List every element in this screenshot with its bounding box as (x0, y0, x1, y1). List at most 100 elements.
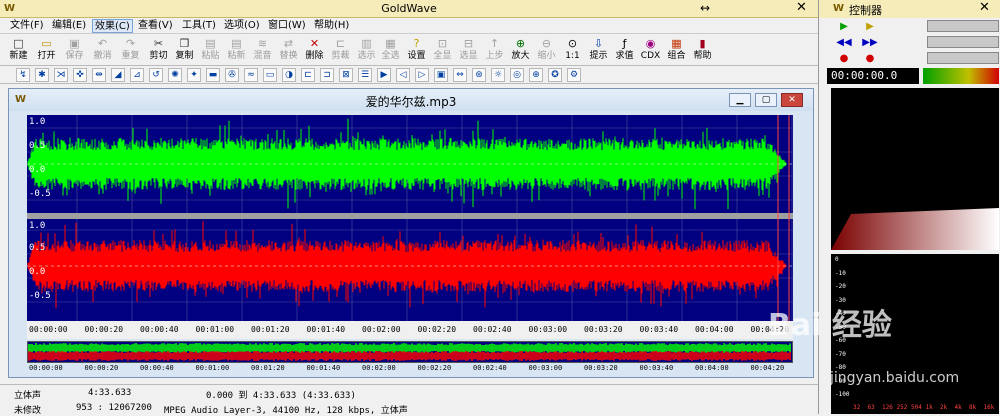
record-selection-button[interactable]: ● (859, 52, 881, 66)
close-icon[interactable]: ✕ (796, 0, 807, 15)
timeline-tick: 00:02:00 (362, 325, 401, 334)
menu-view[interactable]: 查看(V) (136, 19, 175, 33)
toolbar-button-26[interactable]: ▮ 帮助 (690, 36, 715, 64)
close-icon[interactable]: ✕ (979, 0, 990, 15)
effect-icon[interactable]: ⋊ (54, 68, 68, 82)
toolbar-button-1[interactable]: ▭ 打开 (34, 36, 59, 64)
menu-effects[interactable]: 效果(C) (92, 19, 133, 33)
play-selection-button[interactable]: ▶ (859, 20, 881, 34)
amplitude-label: 0.0 (29, 267, 46, 277)
menu-window[interactable]: 窗口(W) (266, 19, 308, 33)
toolbar-button-21[interactable]: ⊙ 1:1 (560, 36, 585, 64)
toolbar-button-2[interactable]: ▣ 保存 (62, 36, 87, 64)
controller-logo-icon: W (833, 3, 845, 14)
toolbar-button-14[interactable]: ▦ 全选 (378, 36, 403, 64)
zoom-out-icon: ⊖ (541, 37, 552, 50)
fast-forward-button[interactable]: ▶▶ (859, 36, 881, 50)
toolbar-button-3[interactable]: ↶ 撤消 (90, 36, 115, 64)
effect-icon[interactable]: ⚙ (567, 68, 581, 82)
toolbar-button-0[interactable]: □ 新建 (6, 36, 31, 64)
volume-slider[interactable] (927, 20, 999, 32)
overview-tick: 00:00:20 (84, 364, 119, 372)
toolbar-button-18[interactable]: ↑ 上步 (482, 36, 507, 64)
toolbar-button-19[interactable]: ⊕ 放大 (508, 36, 533, 64)
toolbar-button-label: 帮助 (693, 51, 712, 61)
toolbar-button-23[interactable]: ƒ 求值 (612, 36, 637, 64)
toolbar-button-label: 重复 (121, 51, 140, 61)
menu-tools[interactable]: 工具(T) (180, 19, 218, 33)
toolbar-button-16[interactable]: ⊡ 全显 (430, 36, 455, 64)
timeline-tick: 00:00:20 (84, 325, 124, 334)
effect-icon[interactable]: ✜ (73, 68, 87, 82)
effect-icon[interactable]: ▬ (206, 68, 220, 82)
effect-icon[interactable]: ✺ (168, 68, 182, 82)
effect-icon[interactable]: ✱ (35, 68, 49, 82)
maximize-button[interactable]: ▢ (755, 93, 777, 107)
effect-icon[interactable]: ⊠ (339, 68, 353, 82)
balance-slider[interactable] (927, 36, 999, 48)
visual-display[interactable] (831, 88, 999, 250)
effect-icon[interactable]: ⊕ (529, 68, 543, 82)
toolbar-button-8[interactable]: ▤ 粘新 (224, 36, 249, 64)
effect-icon[interactable]: ⊏ (301, 68, 315, 82)
overview-tick: 00:01:20 (251, 364, 285, 372)
toolbar-button-12[interactable]: ⊏ 剪裁 (328, 36, 353, 64)
close-button[interactable]: ✕ (781, 93, 803, 107)
effect-icon[interactable]: ✪ (548, 68, 562, 82)
effect-icon[interactable]: ▭ (263, 68, 277, 82)
toolbar-button-5[interactable]: ✂ 剪切 (146, 36, 171, 64)
spectrum-scale-label: -100 (835, 391, 850, 398)
rewind-button[interactable]: ◀◀ (833, 36, 855, 50)
speed-slider[interactable] (927, 52, 999, 64)
effect-icon[interactable]: ◑ (282, 68, 296, 82)
effect-icon[interactable]: ↺ (149, 68, 163, 82)
move-icon[interactable]: ↔ (700, 1, 710, 15)
effect-icon[interactable]: ⇔ (453, 68, 467, 82)
toolbar-button-20[interactable]: ⊖ 缩小 (534, 36, 559, 64)
toolbar-button-15[interactable]: ? 设置 (404, 36, 429, 64)
play-button[interactable]: ▶ (833, 20, 855, 34)
effect-icon[interactable]: ≈ (244, 68, 258, 82)
record-button[interactable]: ● (833, 52, 855, 66)
toolbar-button-10[interactable]: ⇄ 替换 (276, 36, 301, 64)
goldwave-main-window: W GoldWave ↔ ✕ 文件(F) 编辑(E) 效果(C) 查看(V) 工… (0, 0, 818, 416)
minimize-button[interactable]: ▁ (729, 93, 751, 107)
frequency-label: 504 (911, 404, 922, 411)
effect-icon[interactable]: ⊛ (472, 68, 486, 82)
effect-icon[interactable]: ▣ (434, 68, 448, 82)
waveform-view[interactable]: 1.0 0.5 0.0 -0.5 1.0 0.5 0.0 -0.5 (27, 115, 793, 321)
select-all-icon: ▦ (385, 37, 396, 50)
toolbar-button-24[interactable]: ◉ CDX (638, 36, 663, 64)
toolbar-button-6[interactable]: ❐ 复制 (172, 36, 197, 64)
effect-icon[interactable]: ⇹ (92, 68, 106, 82)
status-format: MPEG Audio Layer-3, 44100 Hz, 128 kbps, … (164, 406, 408, 416)
menu-file[interactable]: 文件(F) (8, 19, 46, 33)
effect-icon[interactable]: ⊐ (320, 68, 334, 82)
effect-icon[interactable]: ☰ (358, 68, 372, 82)
effect-icon[interactable]: ▶ (377, 68, 391, 82)
effect-icon[interactable]: ⊿ (130, 68, 144, 82)
right-channel-waveform (27, 221, 787, 309)
toolbar-button-4[interactable]: ↷ 重复 (118, 36, 143, 64)
toolbar-button-7[interactable]: ▤ 粘贴 (198, 36, 223, 64)
overview-left-channel (27, 343, 791, 353)
timeline-ruler[interactable]: 00:00:00 00:00:20 00:00:40 00:01:00 00:01:20… (27, 321, 793, 339)
effect-icon[interactable]: ↯ (16, 68, 30, 82)
toolbar-button-11[interactable]: ✕ 删除 (302, 36, 327, 64)
overview-waveform[interactable] (27, 341, 793, 363)
effect-icon[interactable]: ▷ (415, 68, 429, 82)
effect-icon[interactable]: ◎ (510, 68, 524, 82)
effect-icon[interactable]: ✦ (187, 68, 201, 82)
menu-edit[interactable]: 编辑(E) (50, 19, 88, 33)
effect-icon[interactable]: ◢ (111, 68, 125, 82)
toolbar-button-22[interactable]: ⇩ 提示 (586, 36, 611, 64)
menu-help[interactable]: 帮助(H) (312, 19, 351, 33)
toolbar-button-17[interactable]: ⊟ 选显 (456, 36, 481, 64)
effect-icon[interactable]: ◁ (396, 68, 410, 82)
main-toolbar: □ 新建 ▭ 打开 ▣ 保存 ↶ 撤消 ↷ 重复 ✂ 剪切 ❐ 复制 ▤ 粘贴 ▤ 粘新 ≋ 混音 ⇄ 替换 ✕ 删除 ⊏ 剪裁 ▥… (0, 34, 818, 66)
toolbar-button-9[interactable]: ≋ 混音 (250, 36, 275, 64)
menu-options[interactable]: 选项(O) (222, 19, 262, 33)
toolbar-button-25[interactable]: ▦ 组合 (664, 36, 689, 64)
effect-icon[interactable]: ☼ (491, 68, 505, 82)
effect-icon[interactable]: ✇ (225, 68, 239, 82)
